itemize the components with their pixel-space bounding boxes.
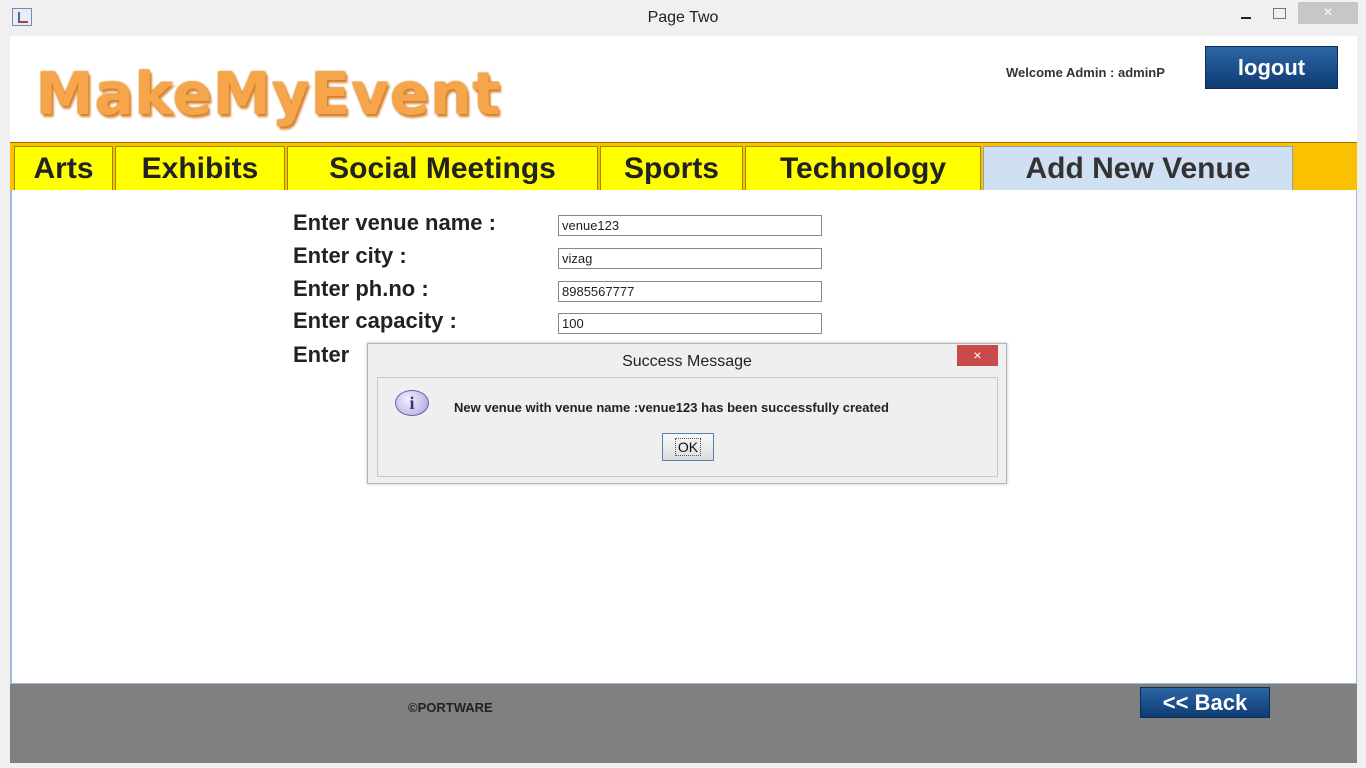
venue-name-label: Enter venue name :	[293, 210, 496, 235]
dialog-body: i New venue with venue name :venue123 ha…	[377, 377, 998, 477]
city-input[interactable]: vizag	[558, 248, 822, 269]
app-logo: MakeMyEvent	[36, 60, 502, 128]
back-button[interactable]: << Back	[1140, 687, 1270, 718]
tab-bar: Arts Exhibits Social Meetings Sports Tec…	[10, 142, 1357, 191]
dialog-close-button[interactable]: ×	[957, 345, 998, 366]
phone-input[interactable]: 8985567777	[558, 281, 822, 302]
copyright-text: ©PORTWARE	[408, 700, 493, 715]
welcome-text: Welcome Admin : adminP	[1006, 65, 1165, 80]
tab-sports[interactable]: Sports	[600, 146, 743, 191]
maximize-button[interactable]	[1264, 4, 1294, 26]
logout-button[interactable]: logout	[1205, 46, 1338, 89]
dialog-message: New venue with venue name :venue123 has …	[454, 400, 889, 415]
ok-button-label: OK	[674, 438, 702, 456]
tab-social-meetings[interactable]: Social Meetings	[287, 146, 598, 191]
app-footer: ©PORTWARE << Back	[10, 684, 1357, 763]
app-header: MakeMyEvent Welcome Admin : adminP logou…	[10, 36, 1357, 142]
capacity-input[interactable]: 100	[558, 313, 822, 334]
window-titlebar: Page Two ×	[0, 0, 1366, 36]
tab-exhibits[interactable]: Exhibits	[115, 146, 285, 191]
phone-label: Enter ph.no :	[293, 276, 429, 301]
capacity-label: Enter capacity :	[293, 308, 457, 333]
tab-arts[interactable]: Arts	[14, 146, 113, 191]
dialog-title: Success Message	[622, 353, 752, 370]
tab-add-new-venue[interactable]: Add New Venue	[983, 146, 1293, 191]
ok-button[interactable]: OK	[662, 433, 714, 461]
info-icon: i	[395, 390, 429, 416]
minimize-button[interactable]	[1231, 4, 1261, 26]
tab-technology[interactable]: Technology	[745, 146, 981, 191]
partial-field-label: Enter	[293, 342, 350, 367]
window-title: Page Two	[647, 9, 719, 26]
venue-name-input[interactable]: venue123	[558, 215, 822, 236]
city-label: Enter city :	[293, 243, 407, 268]
window-close-button[interactable]: ×	[1298, 2, 1358, 24]
success-dialog: Success Message × i New venue with venue…	[367, 343, 1007, 484]
